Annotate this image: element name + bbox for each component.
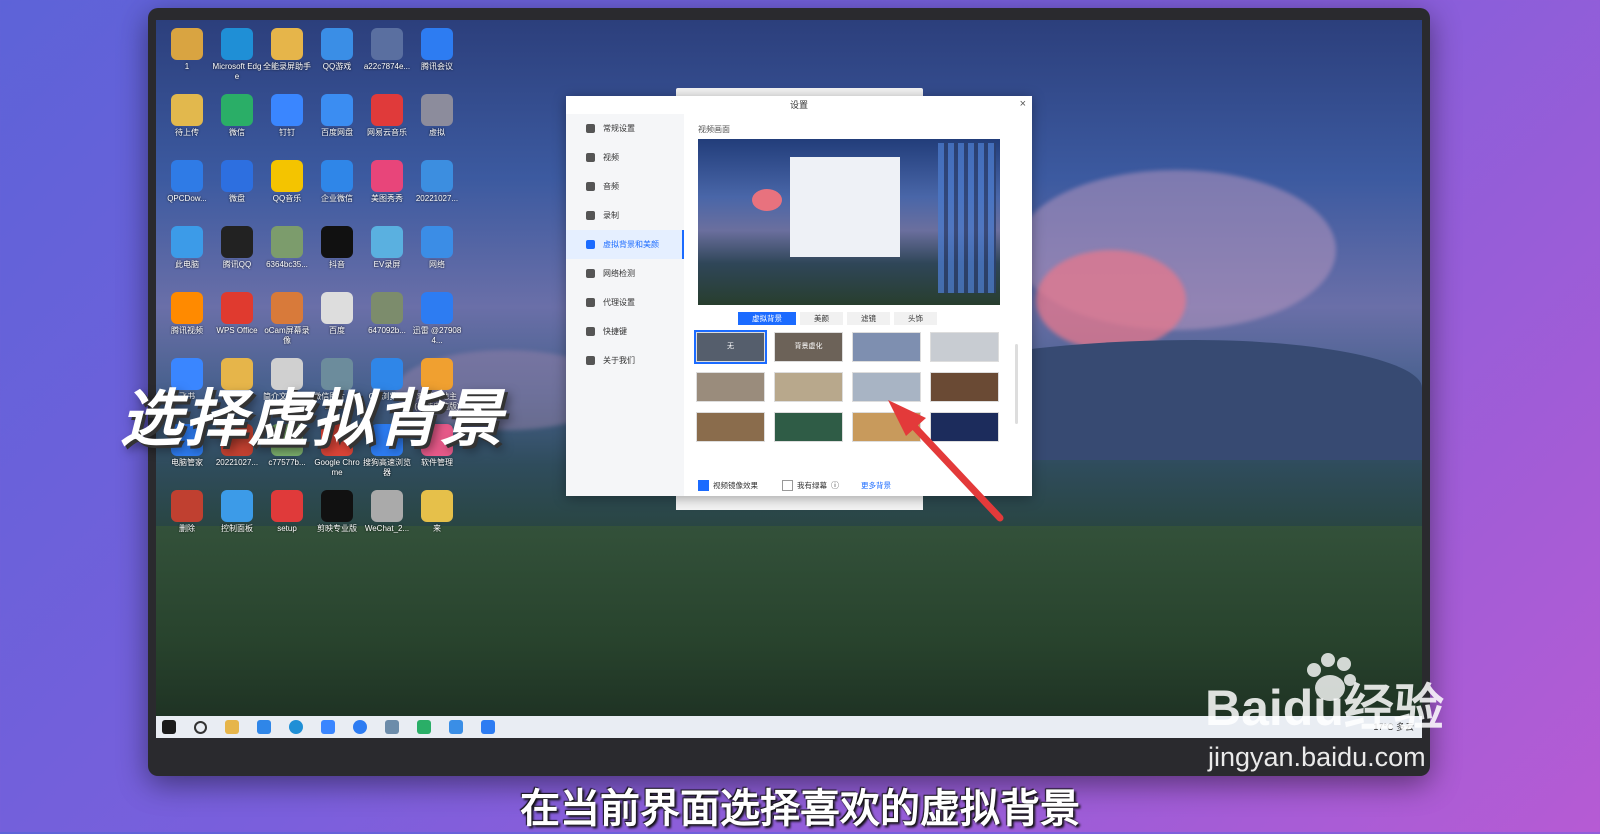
- big-title-overlay: 选择虚拟背景: [120, 382, 505, 455]
- subtitle-caption: 在当前界面选择喜欢的虚拟背景: [520, 786, 1080, 832]
- watermark-brand: Baidu经验: [1205, 680, 1444, 736]
- watermark-url: jingyan.baidu.com: [1208, 742, 1426, 772]
